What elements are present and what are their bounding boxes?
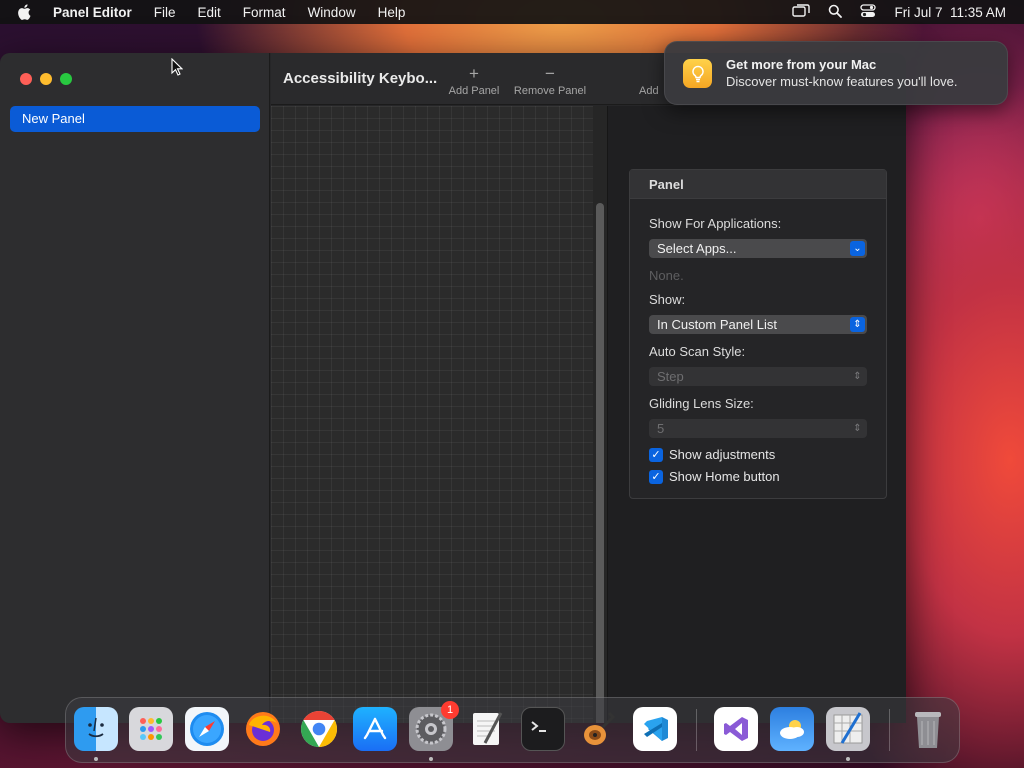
menu-format[interactable]: Format (243, 5, 286, 20)
auto-scan-style-value: Step (657, 369, 684, 384)
canvas-scrollbar[interactable] (593, 106, 607, 723)
menu-window[interactable]: Window (308, 5, 356, 20)
sidebar-item-new-panel[interactable]: New Panel (10, 106, 260, 132)
checkmark-icon: ✓ (649, 447, 663, 462)
show-home-button-checkbox[interactable]: ✓ Show Home button (649, 469, 780, 484)
safari-icon[interactable] (185, 707, 229, 751)
add-toolbar-button[interactable]: Add (639, 65, 663, 97)
panel-properties-box: Panel Show For Applications: Select Apps… (629, 169, 887, 499)
vscode-icon[interactable] (633, 707, 677, 751)
menu-app-name[interactable]: Panel Editor (53, 5, 132, 20)
notification-body: Discover must-know features you'll love. (726, 74, 958, 89)
menu-edit[interactable]: Edit (198, 5, 221, 20)
spotlight-search-icon[interactable] (828, 4, 843, 21)
sidebar: New Panel (0, 53, 270, 723)
panel-section-title: Panel (630, 170, 886, 199)
app-store-icon[interactable] (353, 707, 397, 751)
window-title: Accessibility Keybo... (283, 70, 438, 87)
menu-help[interactable]: Help (378, 5, 406, 20)
canvas-scrollbar-thumb[interactable] (596, 203, 604, 723)
show-for-applications-label: Show For Applications: (649, 216, 782, 231)
gliding-lens-size-popup[interactable]: 5 ⇕ (649, 419, 867, 438)
panel-editor-window: New Panel Accessibility Keybo... + Add P… (0, 53, 906, 723)
mouse-pointer-icon (171, 57, 184, 81)
menu-file[interactable]: File (154, 5, 176, 20)
gliding-lens-size-label: Gliding Lens Size: (649, 396, 754, 411)
settings-notification-badge: 1 (441, 701, 459, 719)
up-down-chevron-icon: ⇕ (853, 423, 862, 434)
select-apps-popup[interactable]: Select Apps... ⌄ (649, 239, 867, 258)
show-value: In Custom Panel List (657, 317, 777, 332)
gliding-lens-size-value: 5 (657, 421, 665, 436)
auto-scan-style-popup[interactable]: Step ⇕ (649, 367, 867, 386)
show-label: Show: (649, 292, 686, 307)
remove-panel-label: Remove Panel (513, 85, 587, 97)
firefox-icon[interactable] (241, 707, 285, 751)
apps-none-hint: None. (649, 268, 684, 283)
screen-mirroring-icon[interactable] (792, 3, 811, 21)
panel-editor-running-indicator (846, 757, 850, 761)
zoom-window-button[interactable] (60, 73, 72, 85)
settings-running-indicator (429, 757, 433, 761)
add-panel-button[interactable]: + Add Panel (443, 64, 505, 98)
plus-icon: + (469, 64, 479, 83)
trash-icon[interactable] (906, 707, 950, 751)
panel-canvas-grid[interactable] (271, 106, 593, 723)
show-adjustments-checkbox[interactable]: ✓ Show adjustments (649, 447, 775, 462)
add-toolbar-label: Add (639, 85, 659, 97)
close-window-button[interactable] (20, 73, 32, 85)
dock: 1 (65, 697, 960, 763)
show-adjustments-label: Show adjustments (669, 447, 776, 462)
weather-icon[interactable] (770, 707, 814, 751)
inspector-pane: Panel Show For Applications: Select Apps… (607, 106, 906, 723)
panel-editor-icon[interactable] (826, 707, 870, 751)
terminal-icon[interactable] (521, 707, 565, 751)
tips-notification[interactable]: Get more from your Mac Discover must-kno… (664, 41, 1008, 105)
auto-scan-style-label: Auto Scan Style: (649, 344, 746, 359)
finder-running-indicator (94, 757, 98, 761)
show-popup[interactable]: In Custom Panel List ⇕ (649, 315, 867, 334)
minimize-window-button[interactable] (40, 73, 52, 85)
garageband-icon[interactable] (577, 707, 621, 751)
up-down-chevron-icon: ⇕ (853, 371, 862, 382)
apple-menu-icon[interactable] (17, 4, 37, 20)
textedit-icon[interactable] (465, 707, 509, 751)
dock-separator (889, 709, 890, 751)
window-controls (20, 73, 72, 85)
menu-clock[interactable]: Fri Jul 7 11:35 AM (894, 5, 1006, 20)
chevron-down-icon: ⌄ (850, 241, 865, 256)
dock-separator (696, 709, 697, 751)
visual-studio-icon[interactable] (714, 707, 758, 751)
add-panel-label: Add Panel (448, 85, 500, 97)
notification-title: Get more from your Mac (726, 57, 877, 72)
control-center-icon[interactable] (860, 3, 877, 21)
minus-icon: − (545, 64, 555, 83)
up-down-chevron-icon: ⇕ (850, 317, 865, 332)
show-home-button-label: Show Home button (669, 469, 780, 484)
finder-icon[interactable] (74, 707, 118, 751)
select-apps-value: Select Apps... (657, 241, 737, 256)
remove-panel-button[interactable]: − Remove Panel (511, 64, 589, 98)
chrome-icon[interactable] (297, 707, 341, 751)
menu-bar: Panel Editor File Edit Format Window Hel… (0, 0, 1024, 24)
system-settings-icon[interactable]: 1 (409, 701, 459, 751)
launchpad-icon[interactable] (129, 707, 173, 751)
checkmark-icon: ✓ (649, 469, 663, 484)
lightbulb-icon (683, 59, 712, 88)
